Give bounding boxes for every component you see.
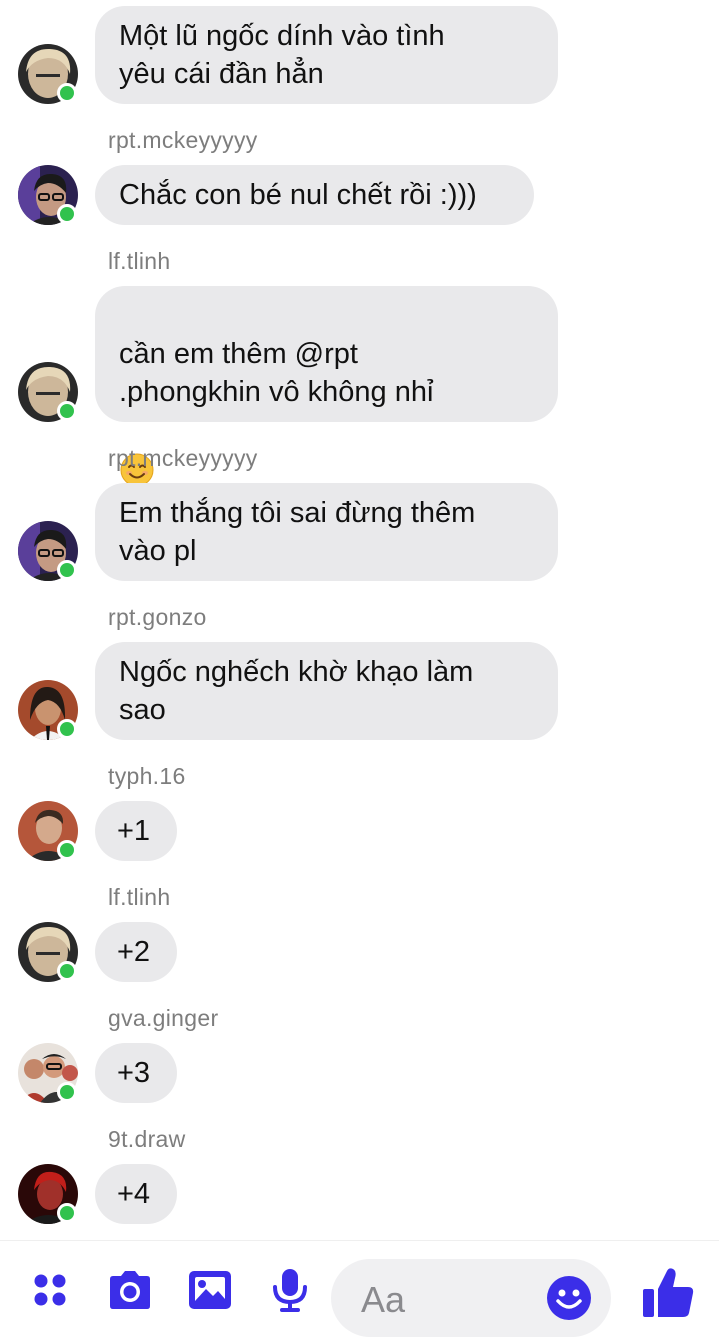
sender-name: rpt.gonzo bbox=[108, 604, 207, 630]
online-indicator bbox=[57, 401, 77, 421]
sender-avatar[interactable] bbox=[18, 44, 78, 104]
message-text: cần em thêm @rpt .phongkhin vô không nhỉ bbox=[119, 338, 434, 408]
message-input-placeholder: Aa bbox=[361, 1279, 406, 1320]
gallery-button[interactable] bbox=[185, 1265, 235, 1315]
sender-avatar[interactable] bbox=[18, 922, 78, 982]
sender-name: rpt.mckeyyyyy bbox=[108, 127, 258, 153]
sender-avatar[interactable] bbox=[18, 680, 78, 740]
camera-button[interactable] bbox=[105, 1265, 155, 1315]
sender-name: typh.16 bbox=[108, 763, 186, 789]
message-bubble[interactable]: +2 bbox=[95, 922, 177, 982]
microphone-icon bbox=[273, 1269, 307, 1312]
message-bubble[interactable]: +1 bbox=[95, 801, 177, 861]
online-indicator bbox=[57, 204, 77, 224]
message-bubble[interactable]: Chắc con bé nul chết rồi :))) bbox=[95, 165, 534, 225]
sender-avatar[interactable] bbox=[18, 1164, 78, 1224]
message-bubble[interactable]: cần em thêm @rpt .phongkhin vô không nhỉ bbox=[95, 286, 558, 487]
message-bubble[interactable]: +3 bbox=[95, 1043, 177, 1103]
sender-name: lf.tlinh bbox=[108, 248, 171, 274]
message-input[interactable]: Aa bbox=[331, 1259, 611, 1337]
emoji-button[interactable] bbox=[546, 1275, 592, 1321]
sender-avatar[interactable] bbox=[18, 801, 78, 861]
microphone-button[interactable] bbox=[265, 1265, 315, 1315]
online-indicator bbox=[57, 840, 77, 860]
online-indicator bbox=[57, 1082, 77, 1102]
sender-name: gva.ginger bbox=[108, 1005, 219, 1031]
online-indicator bbox=[57, 961, 77, 981]
sender-avatar[interactable] bbox=[18, 521, 78, 581]
online-indicator bbox=[57, 560, 77, 580]
message-bubble[interactable]: Em thắng tôi sai đừng thêm vào pl bbox=[95, 483, 558, 581]
message-thread[interactable]: Một lũ ngốc dính vào tình yêu cái đần hẳ… bbox=[0, 0, 719, 1240]
sender-name: 9t.draw bbox=[108, 1126, 186, 1152]
like-button[interactable] bbox=[640, 1265, 696, 1321]
message-bubble[interactable]: Ngốc nghếch khờ khạo làm sao bbox=[95, 642, 558, 740]
camera-icon bbox=[110, 1271, 150, 1309]
sender-avatar[interactable] bbox=[18, 1043, 78, 1103]
thumbs-up-icon bbox=[643, 1268, 694, 1317]
emoji-icon bbox=[547, 1276, 591, 1320]
apps-button[interactable] bbox=[25, 1265, 75, 1315]
online-indicator bbox=[57, 1203, 77, 1223]
sender-avatar[interactable] bbox=[18, 362, 78, 422]
message-bubble[interactable]: Một lũ ngốc dính vào tình yêu cái đần hẳ… bbox=[95, 6, 558, 104]
sender-avatar[interactable] bbox=[18, 165, 78, 225]
message-bubble[interactable]: +4 bbox=[95, 1164, 177, 1224]
sender-name: lf.tlinh bbox=[108, 884, 171, 910]
online-indicator bbox=[57, 83, 77, 103]
online-indicator bbox=[57, 719, 77, 739]
sender-name: rpt.mckeyyyyy bbox=[108, 445, 258, 471]
composer-bar: Aa bbox=[0, 1240, 719, 1342]
gallery-icon bbox=[189, 1271, 231, 1309]
apps-icon bbox=[34, 1274, 66, 1306]
